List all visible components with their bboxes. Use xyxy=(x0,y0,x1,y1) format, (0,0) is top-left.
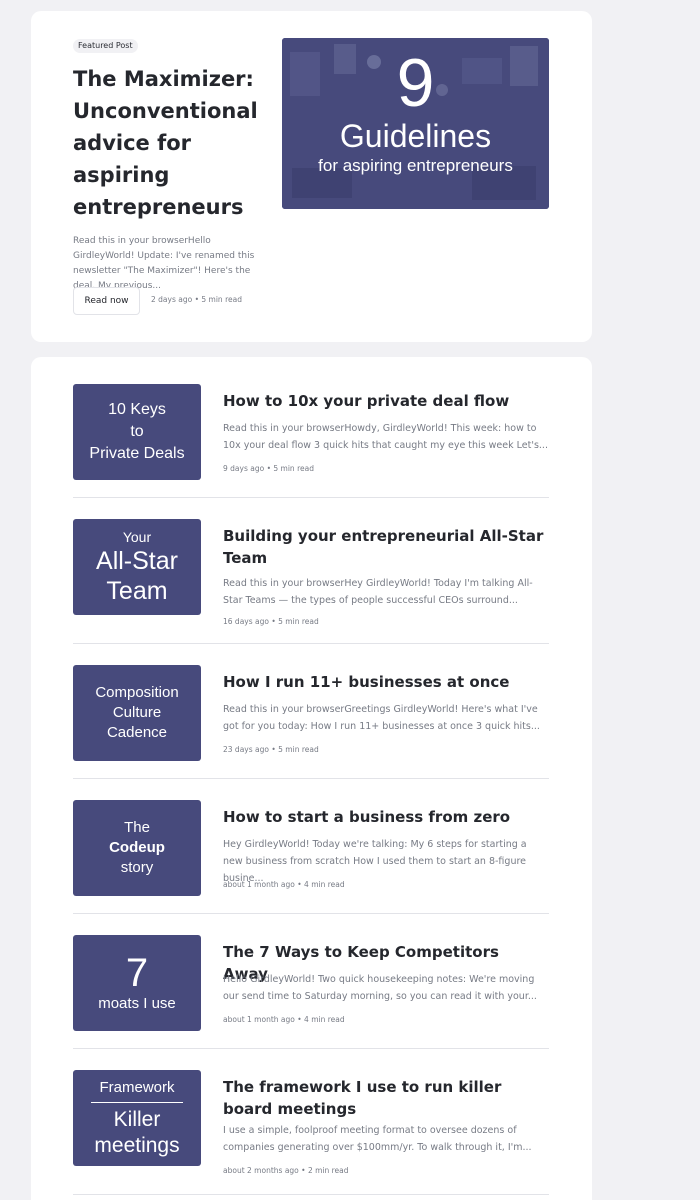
post-excerpt: Hello GirdleyWorld! Two quick housekeepi… xyxy=(223,974,537,1002)
post-title[interactable]: How I run 11+ businesses at once xyxy=(223,671,549,693)
post-title[interactable]: Building your entrepreneurial All-Star T… xyxy=(223,525,549,569)
thumbnail-text: All-Star xyxy=(96,547,178,575)
thumbnail-text: Cadence xyxy=(106,724,168,741)
thumbnail-text: Culture xyxy=(112,704,162,721)
post-excerpt: I use a simple, foolproof meeting format… xyxy=(223,1125,532,1153)
thumbnail-text: story xyxy=(120,859,154,876)
featured-post-image[interactable]: 9 Guidelines for aspiring entrepreneurs xyxy=(282,38,549,209)
post-thumbnail[interactable]: The Codeup story xyxy=(73,800,201,896)
post-meta: about 1 month ago • 4 min read xyxy=(223,1015,345,1024)
thumbnail-text: Your xyxy=(122,529,152,545)
featured-post-meta: 2 days ago • 5 min read xyxy=(151,295,242,304)
thumbnail-text: The xyxy=(124,819,150,836)
post-meta: about 2 months ago • 2 min read xyxy=(223,1166,349,1175)
post-item[interactable]: Framework Killer meetings The framework … xyxy=(73,1070,549,1195)
post-meta: 23 days ago • 5 min read xyxy=(223,745,319,754)
post-thumbnail[interactable]: 10 Keys to Private Deals xyxy=(73,384,201,480)
post-meta: 9 days ago • 5 min read xyxy=(223,464,314,473)
thumbnail-text: to xyxy=(130,423,144,440)
read-now-button[interactable]: Read now xyxy=(73,287,140,315)
post-item[interactable]: Your All-Star Team Building your entrepr… xyxy=(73,519,549,644)
posts-list-card: 10 Keys to Private Deals How to 10x your… xyxy=(31,357,592,1200)
featured-image-number: 9 xyxy=(396,45,435,121)
featured-post-badge: Featured Post xyxy=(73,39,138,53)
post-item[interactable]: 10 Keys to Private Deals How to 10x your… xyxy=(73,384,549,498)
post-thumbnail[interactable]: Framework Killer meetings xyxy=(73,1070,201,1166)
thumbnail-text: Private Deals xyxy=(89,445,185,462)
featured-post-card: Featured Post The Maximizer: Unconventio… xyxy=(31,11,592,342)
thumbnail-text: 10 Keys xyxy=(108,401,166,418)
thumbnail-text: Team xyxy=(106,577,168,605)
post-excerpt: Read this in your browserHowdy, GirdleyW… xyxy=(223,423,548,451)
post-thumbnail[interactable]: 7 moats I use xyxy=(73,935,201,1031)
thumbnail-text: Killer xyxy=(113,1107,161,1131)
featured-image-subline: for aspiring entrepreneurs xyxy=(318,156,513,175)
featured-post-title[interactable]: The Maximizer: Unconventional advice for… xyxy=(73,63,273,223)
thumbnail-text: 7 xyxy=(125,951,149,995)
post-meta: about 1 month ago • 4 min read xyxy=(223,880,345,889)
featured-image-word: Guidelines xyxy=(339,118,492,154)
post-meta: 16 days ago • 5 min read xyxy=(223,617,319,626)
thumbnail-text: moats I use xyxy=(98,995,176,1012)
post-title[interactable]: The framework I use to run killer board … xyxy=(223,1076,549,1120)
post-thumbnail[interactable]: Your All-Star Team xyxy=(73,519,201,615)
post-item[interactable]: 7 moats I use The 7 Ways to Keep Competi… xyxy=(73,935,549,1049)
featured-post-excerpt: Read this in your browserHello GirdleyWo… xyxy=(73,236,255,291)
post-title[interactable]: How to start a business from zero xyxy=(223,806,549,828)
post-excerpt: Read this in your browserGreetings Girdl… xyxy=(223,704,540,732)
thumbnail-text: Framework xyxy=(91,1078,183,1103)
post-thumbnail[interactable]: Composition Culture Cadence xyxy=(73,665,201,761)
post-excerpt: Read this in your browserHey GirdleyWorl… xyxy=(223,578,533,606)
thumbnail-text: meetings xyxy=(94,1133,180,1157)
post-title[interactable]: How to 10x your private deal flow xyxy=(223,390,549,412)
thumbnail-text: Composition xyxy=(95,684,179,701)
thumbnail-text: Codeup xyxy=(109,839,165,856)
post-item[interactable]: The Codeup story How to start a business… xyxy=(73,800,549,914)
post-item[interactable]: Composition Culture Cadence How I run 11… xyxy=(73,665,549,779)
